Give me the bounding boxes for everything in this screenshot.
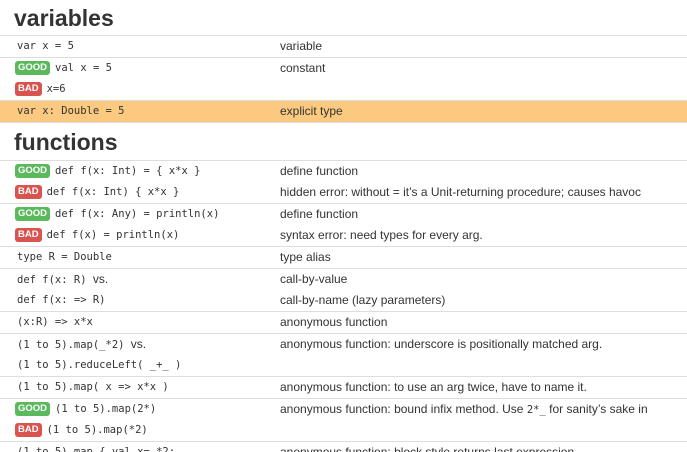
entry-line: GOOD val x = 5 constant xyxy=(0,58,687,79)
entry-line: def f(x: => R) call-by-name (lazy parame… xyxy=(0,290,687,311)
entry-var: var x = 5 variable xyxy=(0,36,687,58)
code-text: (1 to 5).map(2*) xyxy=(55,403,157,415)
entry-line: var x: Double = 5 explicit type xyxy=(0,101,687,122)
entry-line: (1 to 5).map( x => x*x ) anonymous funct… xyxy=(0,377,687,398)
entry-line: GOOD def f(x: Int) = { x*x } define funct… xyxy=(0,161,687,182)
vs-text: vs. xyxy=(130,337,147,351)
description-text: anonymous function: bound infix method. … xyxy=(280,402,524,416)
good-badge: GOOD xyxy=(15,402,51,416)
entry-line: (x:R) => x*x anonymous function xyxy=(0,312,687,333)
description: constant xyxy=(280,61,326,75)
code-snippet: BAD def f(x: Int) { x*x } xyxy=(15,182,180,203)
code-text: def f(x: Int) { x*x } xyxy=(46,186,180,198)
description: hidden error: without = it’s a Unit-retu… xyxy=(280,185,641,199)
entry-line: type R = Double type alias xyxy=(0,247,687,268)
entry-type-alias: type R = Double type alias xyxy=(0,247,687,269)
description: define function xyxy=(280,207,359,221)
code-snippet: BAD (1 to 5).map(*2) xyxy=(15,420,148,441)
section-title-functions: functions xyxy=(0,123,687,161)
entry-line: BAD def f(x: Int) { x*x } hidden error: w… xyxy=(0,182,687,203)
code-text: x=6 xyxy=(46,83,66,95)
entry-line: BAD x=6 xyxy=(0,79,687,100)
code-snippet: GOOD def f(x: Int) = { x*x } xyxy=(15,161,201,182)
inline-code: 2*_ xyxy=(526,404,546,416)
description: variable xyxy=(280,39,323,53)
description: call-by-name (lazy parameters) xyxy=(280,293,446,307)
bad-badge: BAD xyxy=(15,82,42,96)
code-snippet: (1 to 5).map( x => x*x ) xyxy=(17,381,169,393)
entry-explicit-type-highlighted: var x: Double = 5 explicit type xyxy=(0,101,687,123)
code-snippet: var x: Double = 5 xyxy=(17,105,125,117)
code-snippet: (1 to 5).reduceLeft( _+_ ) xyxy=(17,359,182,371)
description: define function xyxy=(280,164,359,178)
entry-line: (1 to 5).reduceLeft( _+_ ) xyxy=(0,355,687,376)
description: explicit type xyxy=(280,104,343,118)
code-snippet: GOOD (1 to 5).map(2*) xyxy=(15,399,157,420)
entry-bound-infix: GOOD (1 to 5).map(2*) anonymous function:… xyxy=(0,399,687,442)
description: anonymous function: to use an arg twice,… xyxy=(280,380,587,394)
entry-line: BAD def f(x) = println(x) syntax error: n… xyxy=(0,225,687,246)
bad-badge: BAD xyxy=(15,185,42,199)
entry-line: GOOD def f(x: Any) = println(x) define fu… xyxy=(0,204,687,225)
entry-block-style: (1 to 5).map { val x= *2; anonymous func… xyxy=(0,442,687,452)
code-snippet: (x:R) => x*x xyxy=(17,316,93,328)
entry-line: (1 to 5).map(_*2) vs. anonymous function… xyxy=(0,334,687,355)
good-badge: GOOD xyxy=(15,207,51,221)
entry-underscore: (1 to 5).map(_*2) vs. anonymous function… xyxy=(0,334,687,377)
entry-named-arg: (1 to 5).map( x => x*x ) anonymous funct… xyxy=(0,377,687,399)
cheatsheet-page: variables var x = 5 variable GOOD val x =… xyxy=(0,0,687,452)
entry-line: GOOD (1 to 5).map(2*) anonymous function:… xyxy=(0,399,687,420)
code-snippet: BAD x=6 xyxy=(15,79,66,100)
entry-line: def f(x: R) vs. call-by-value xyxy=(0,269,687,290)
entry-line: var x = 5 variable xyxy=(0,36,687,57)
description: anonymous function: underscore is positi… xyxy=(280,337,603,351)
description: anonymous function xyxy=(280,315,388,329)
code-snippet: def f(x: R) vs. xyxy=(17,269,108,291)
code-text: def f(x: R) xyxy=(17,274,87,286)
bad-badge: BAD xyxy=(15,228,42,242)
code-snippet: BAD def f(x) = println(x) xyxy=(15,225,180,246)
description: call-by-value xyxy=(280,272,348,286)
code-snippet: def f(x: => R) xyxy=(17,294,106,306)
vs-text: vs. xyxy=(92,272,109,286)
description: type alias xyxy=(280,250,331,264)
description: anonymous function: bound infix method. … xyxy=(280,399,648,421)
entry-val: GOOD val x = 5 constant BAD x=6 xyxy=(0,58,687,101)
description: anonymous function: block style returns … xyxy=(280,445,578,452)
entry-line: (1 to 5).map { val x= *2; anonymous func… xyxy=(0,442,687,452)
code-snippet: GOOD val x = 5 xyxy=(15,58,112,79)
good-badge: GOOD xyxy=(15,164,51,178)
entry-anonymous-function: (x:R) => x*x anonymous function xyxy=(0,312,687,334)
section-title-variables: variables xyxy=(0,0,687,36)
good-badge: GOOD xyxy=(15,61,51,75)
code-text: (1 to 5).map(_*2) xyxy=(17,339,125,351)
code-snippet: GOOD def f(x: Any) = println(x) xyxy=(15,204,220,225)
description: syntax error: need types for every arg. xyxy=(280,228,483,242)
code-text: def f(x) = println(x) xyxy=(46,229,180,241)
code-text: (1 to 5).map(*2) xyxy=(46,424,148,436)
entry-call-by: def f(x: R) vs. call-by-value def f(x: =… xyxy=(0,269,687,312)
entry-line: BAD (1 to 5).map(*2) xyxy=(0,420,687,441)
bad-badge: BAD xyxy=(15,423,42,437)
entry-println-function: GOOD def f(x: Any) = println(x) define fu… xyxy=(0,204,687,247)
code-snippet: (1 to 5).map { val x= *2; xyxy=(17,446,176,452)
code-text: def f(x: Any) = println(x) xyxy=(55,208,220,220)
description-text-after: for sanity’s sake in xyxy=(549,402,648,416)
code-snippet: (1 to 5).map(_*2) vs. xyxy=(17,334,146,356)
code-snippet: var x = 5 xyxy=(17,40,74,52)
entry-define-function: GOOD def f(x: Int) = { x*x } define funct… xyxy=(0,161,687,204)
code-text: def f(x: Int) = { x*x } xyxy=(55,165,201,177)
code-snippet: type R = Double xyxy=(17,251,112,263)
code-text: val x = 5 xyxy=(55,62,112,74)
